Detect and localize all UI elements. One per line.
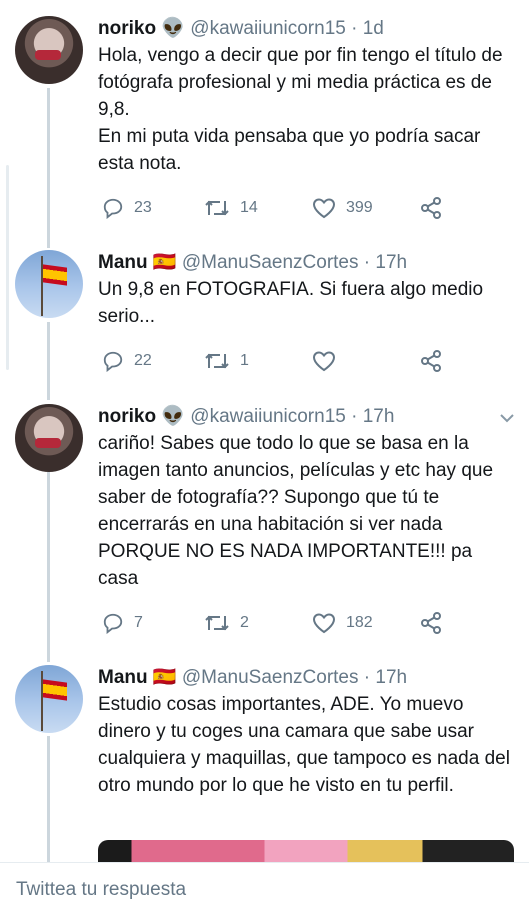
- reply-button[interactable]: 7: [102, 612, 143, 634]
- retweet-button[interactable]: 1: [204, 350, 249, 372]
- chevron-down-icon[interactable]: [499, 410, 515, 426]
- reply-count: 7: [134, 614, 143, 631]
- tweet-text: Hola, vengo a decir que por fin tengo el…: [98, 42, 513, 177]
- tweet-header: noriko 👽 @kawaiiunicorn15 · 1d: [98, 16, 384, 40]
- name-emoji: 🇪🇸: [152, 252, 177, 273]
- like-button[interactable]: [312, 350, 336, 372]
- display-name[interactable]: noriko: [98, 18, 156, 39]
- action-bar: 7 2 182: [98, 612, 518, 636]
- tweet[interactable]: Manu 🇪🇸 @ManuSaenzCortes · 17h Un 9,8 en…: [0, 240, 529, 390]
- like-button[interactable]: 399: [312, 197, 373, 219]
- timestamp[interactable]: · 1d: [351, 18, 384, 39]
- retweet-count: 14: [240, 199, 258, 216]
- handle[interactable]: @ManuSaenzCortes: [182, 252, 359, 273]
- like-count: 182: [346, 614, 373, 631]
- retweet-count: 1: [240, 352, 249, 369]
- share-button[interactable]: [420, 350, 442, 372]
- avatar[interactable]: [15, 665, 83, 733]
- reply-button[interactable]: 22: [102, 350, 152, 372]
- retweet-icon: [205, 615, 229, 631]
- retweet-button[interactable]: 2: [204, 612, 249, 634]
- tweet-line: Hola, vengo a decir que por fin tengo el…: [98, 45, 503, 120]
- reply-icon: [103, 613, 123, 634]
- name-emoji: 👽: [161, 18, 186, 39]
- share-icon: [421, 197, 441, 219]
- tweet-text: Un 9,8 en FOTOGRAFIA. Si fuera algo medi…: [98, 276, 513, 330]
- retweet-count: 2: [240, 614, 249, 631]
- tweet-text: cariño! Sabes que todo lo que se basa en…: [98, 430, 513, 592]
- spain-flag: [43, 679, 67, 701]
- heart-icon: [312, 351, 336, 372]
- tweet-line: cariño! Sabes que todo lo que se basa en…: [98, 433, 494, 589]
- tweet[interactable]: Manu 🇪🇸 @ManuSaenzCortes · 17h Estudio c…: [0, 655, 529, 862]
- retweet-icon: [205, 353, 229, 369]
- reply-bar: Twittea tu respuesta: [0, 862, 529, 901]
- share-button[interactable]: [420, 197, 442, 219]
- timestamp[interactable]: · 17h: [351, 406, 394, 427]
- handle[interactable]: @kawaiiunicorn15: [190, 406, 346, 427]
- avatar[interactable]: [15, 16, 83, 84]
- retweet-button[interactable]: 14: [204, 197, 258, 219]
- tweet-header: Manu 🇪🇸 @ManuSaenzCortes · 17h: [98, 665, 407, 689]
- like-count: 399: [346, 199, 373, 216]
- tweet-line: En mi puta vida pensaba que yo podría sa…: [98, 126, 481, 174]
- media-preview[interactable]: [98, 840, 514, 862]
- reply-count: 23: [134, 199, 152, 216]
- tweet-line: Un 9,8 en FOTOGRAFIA. Si fuera algo medi…: [98, 279, 484, 327]
- tweet-line: Estudio cosas importantes, ADE. Yo muevo…: [98, 694, 510, 796]
- handle[interactable]: @kawaiiunicorn15: [190, 18, 346, 39]
- tweet-header: noriko 👽 @kawaiiunicorn15 · 17h: [98, 404, 394, 428]
- heart-icon: [312, 613, 336, 634]
- heart-icon: [312, 198, 336, 219]
- tweet[interactable]: noriko 👽 @kawaiiunicorn15 · 1d Hola, ven…: [0, 0, 529, 240]
- display-name[interactable]: Manu: [98, 252, 148, 273]
- avatar[interactable]: [15, 250, 83, 318]
- timestamp[interactable]: · 17h: [364, 667, 407, 688]
- reply-count: 22: [134, 352, 152, 369]
- share-icon: [421, 612, 441, 634]
- avatar[interactable]: [15, 404, 83, 472]
- handle[interactable]: @ManuSaenzCortes: [182, 667, 359, 688]
- action-bar: 23 14 399: [98, 197, 518, 221]
- name-emoji: 👽: [161, 406, 186, 427]
- tweet-header: Manu 🇪🇸 @ManuSaenzCortes · 17h: [98, 250, 407, 274]
- spain-flag: [43, 264, 67, 286]
- name-emoji: 🇪🇸: [152, 667, 177, 688]
- tweet[interactable]: noriko 👽 @kawaiiunicorn15 · 17h cariño! …: [0, 390, 529, 655]
- action-bar: 22 1: [98, 350, 518, 374]
- share-button[interactable]: [420, 612, 442, 634]
- reply-button[interactable]: 23: [102, 197, 152, 219]
- tweet-text: Estudio cosas importantes, ADE. Yo muevo…: [98, 691, 513, 799]
- retweet-icon: [205, 200, 229, 216]
- share-icon: [421, 350, 441, 372]
- timestamp[interactable]: · 17h: [364, 252, 407, 273]
- reply-icon: [103, 351, 123, 372]
- like-button[interactable]: 182: [312, 612, 373, 634]
- display-name[interactable]: noriko: [98, 406, 156, 427]
- reply-input[interactable]: Twittea tu respuesta: [16, 879, 186, 901]
- reply-icon: [103, 198, 123, 219]
- display-name[interactable]: Manu: [98, 667, 148, 688]
